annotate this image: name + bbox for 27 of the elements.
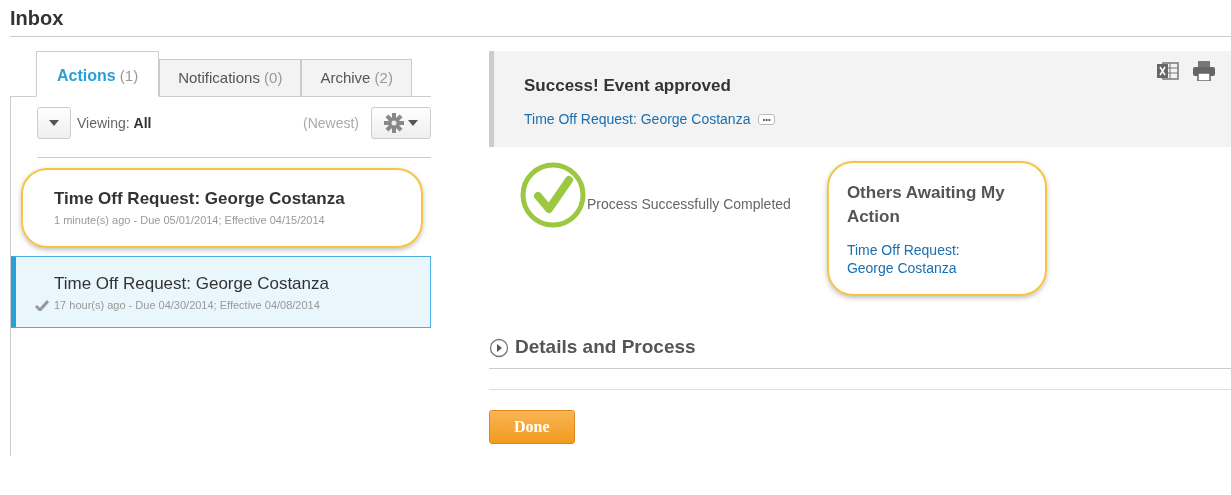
message-title: Success! Event approved [524, 75, 732, 97]
page-title: Inbox [9, 6, 65, 31]
viewing-label: Viewing: All [77, 113, 152, 133]
status-text: Process Successfully Completed [587, 195, 791, 214]
item-meta: 1 minute(s) ago - Due 05/01/2014; Effective 04/15/2014 [54, 212, 326, 228]
settings-icon [384, 113, 404, 133]
caret-icon [49, 120, 59, 126]
inbox-item[interactable]: Time Off Request: George Costanza 17 hour(s) ago - Due 04/30/2014; Effective 04/08/2014 [11, 256, 431, 328]
item-meta: 17 hour(s) ago - Due 04/30/2014; Effective 04/08/2014 [54, 297, 321, 313]
item-title: Time Off Request: George Costanza [54, 188, 346, 210]
others-title: Others Awaiting My Action [846, 182, 1006, 228]
others-link[interactable]: Time Off Request: George Costanza [846, 240, 982, 279]
tab[interactable]: Notifications (0) [159, 58, 302, 97]
inbox-item[interactable]: Time Off Request: George Costanza 1 minute(s) ago - Due 05/01/2014; Effective 04/15/2014 [11, 172, 431, 242]
expand-icon[interactable] [489, 338, 509, 358]
tab[interactable]: Archive (2) [301, 58, 412, 97]
filter-dropdown-button[interactable] [37, 107, 71, 139]
print-icon[interactable] [1193, 61, 1215, 81]
more-button[interactable]: ••• [758, 113, 775, 125]
spreadsheet-icon[interactable] [1157, 61, 1179, 81]
settings-dropdown-button[interactable] [371, 107, 431, 139]
section-title: Details and Process [515, 335, 696, 359]
message-link[interactable]: Time Off Request: George Costanza [524, 110, 751, 127]
sort-label: (Newest) [303, 113, 359, 133]
check-circle-icon [519, 161, 587, 229]
item-title: Time Off Request: George Costanza [54, 273, 330, 295]
caret-icon [408, 120, 418, 126]
